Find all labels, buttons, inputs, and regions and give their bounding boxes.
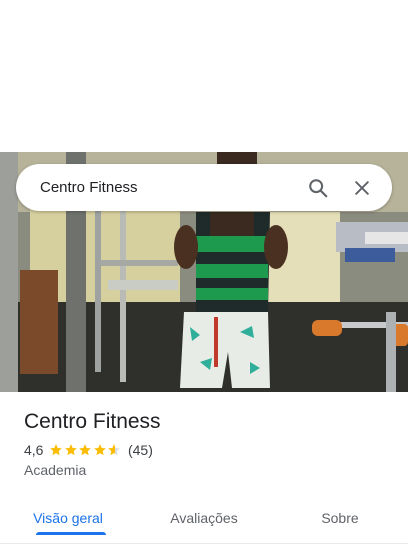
tab-label: Sobre <box>321 509 359 526</box>
tab-overview[interactable]: Visão geral <box>0 492 136 543</box>
place-tabs: Visão geral Avaliações Sobre <box>0 492 408 544</box>
place-title: Centro Fitness <box>24 410 161 433</box>
tab-about[interactable]: Sobre <box>272 492 408 543</box>
search-icon <box>309 178 328 197</box>
search-button[interactable] <box>300 170 336 206</box>
tab-label: Avaliações <box>170 509 238 526</box>
place-category[interactable]: Academia <box>24 462 394 478</box>
tab-label: Visão geral <box>33 509 103 526</box>
star-icon <box>108 444 121 456</box>
place-info: Centro Fitness 4,6 (45) Academia <box>24 408 394 478</box>
search-bar[interactable]: Centro Fitness <box>16 164 392 211</box>
star-icon <box>94 444 106 456</box>
tab-reviews[interactable]: Avaliações <box>136 492 272 543</box>
reviews-count[interactable]: (45) <box>128 442 153 458</box>
star-icon <box>79 444 92 456</box>
close-icon <box>355 180 369 195</box>
close-button[interactable] <box>344 170 380 206</box>
star-icon <box>50 444 63 456</box>
rating-row[interactable]: 4,6 (45) <box>24 442 394 458</box>
search-input[interactable]: Centro Fitness <box>40 179 300 196</box>
rating-value: 4,6 <box>24 442 44 458</box>
star-icon <box>65 444 77 456</box>
place-page: Centro Fitness Centro Fitness 4,6 (45) A… <box>0 0 408 544</box>
rating-stars <box>49 443 122 457</box>
